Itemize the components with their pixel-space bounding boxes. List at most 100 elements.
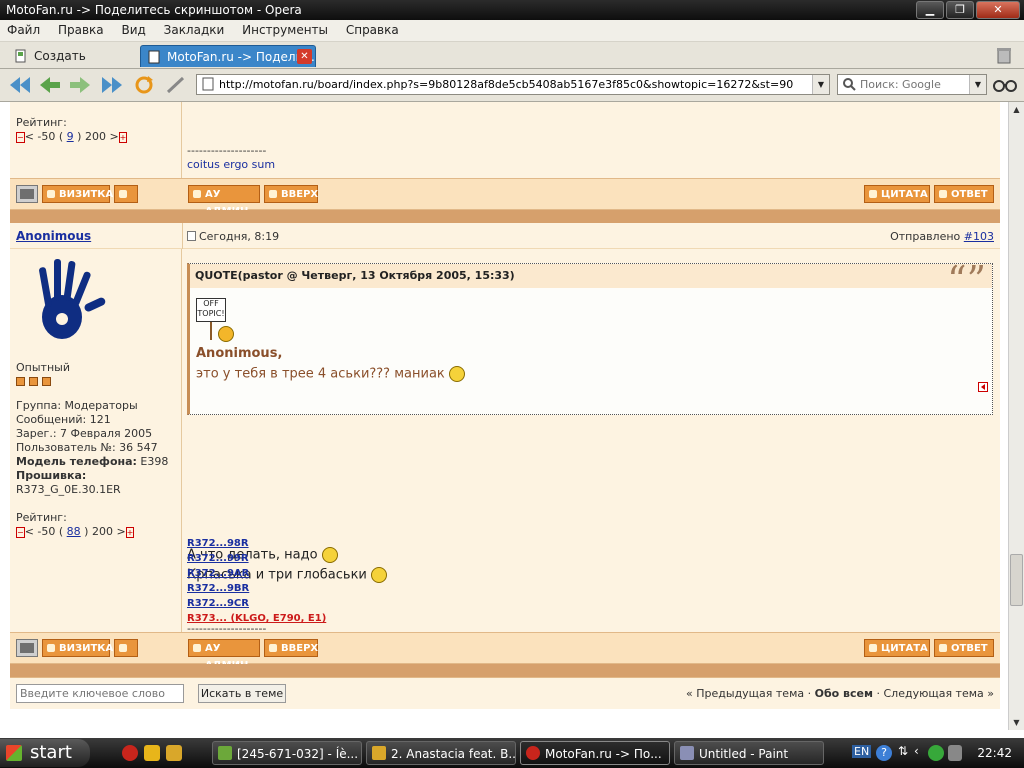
firmware-link[interactable]: R372...9CR	[187, 598, 249, 609]
profile-button[interactable]: ВИЗИТКА	[42, 185, 113, 203]
paint-icon	[680, 746, 694, 760]
address-toolbar: ▼ ▼	[0, 69, 1024, 102]
quote-header: QUOTE(pastor @ Четверг, 13 Октября 2005,…	[190, 264, 992, 288]
fast-forward-icon[interactable]	[100, 74, 124, 96]
post-number-link[interactable]: #103	[964, 230, 994, 243]
scroll-down-icon[interactable]: ▼	[1009, 715, 1024, 730]
prev-post-content: -------------------- coitus ergo sum	[182, 102, 1000, 178]
go-top-button[interactable]: ВВЕРХ	[264, 185, 318, 203]
firmware-link[interactable]: R372...98R	[187, 538, 249, 549]
user-group: Группа: Модераторы	[16, 399, 138, 412]
taskbar: start [245-671-032] - Íè... 2. Anastacia…	[0, 738, 1024, 768]
address-dropdown-icon[interactable]: ▼	[812, 75, 829, 94]
reload-icon[interactable]	[132, 74, 156, 96]
menu-file[interactable]: Файл	[0, 20, 47, 41]
task-winamp[interactable]: 2. Anastacia feat. B...	[366, 741, 516, 765]
help-icon[interactable]: ?	[876, 745, 892, 761]
menu-edit[interactable]: Правка	[51, 20, 111, 41]
opera-quicklaunch-icon[interactable]	[122, 745, 138, 761]
firmware-link[interactable]: R372...99R	[187, 553, 249, 564]
menu-tools[interactable]: Инструменты	[235, 20, 335, 41]
offline-status-icon	[16, 639, 38, 657]
menu-bar: Файл Правка Вид Закладки Инструменты Спр…	[0, 20, 1024, 42]
tab-close-icon[interactable]: ✕	[297, 49, 312, 64]
avatar	[39, 259, 106, 339]
search-input[interactable]	[860, 76, 968, 93]
icq-quicklaunch-icon[interactable]	[144, 745, 160, 761]
keyword-input[interactable]	[16, 684, 184, 703]
task-paint[interactable]: Untitled - Paint	[674, 741, 824, 765]
language-indicator[interactable]: EN	[852, 745, 872, 758]
menu-view[interactable]: Вид	[114, 20, 152, 41]
post-author-link[interactable]: Anonimous	[16, 229, 91, 243]
task-opera[interactable]: MotoFan.ru -> По...	[520, 741, 670, 765]
firmware-link[interactable]: R372...9AR	[187, 568, 249, 579]
pm-button[interactable]	[114, 639, 138, 657]
offtopic-sign: OFF TOPIC!	[196, 298, 226, 322]
zoom-glasses-icon[interactable]	[992, 77, 1018, 93]
forum-link[interactable]: Обо всем	[815, 687, 873, 700]
quote-button[interactable]: ЦИТАТА	[864, 185, 930, 203]
scroll-up-icon[interactable]: ▲	[1009, 102, 1024, 117]
rating-plus-icon[interactable]: +	[125, 527, 135, 538]
rating-value-link[interactable]: 9	[67, 130, 74, 143]
post-body: Опытный Группа: Модераторы Сообщений: 12…	[10, 249, 1000, 635]
report-admin-button[interactable]: АУ АДМИН	[188, 639, 260, 671]
post-button-bar: ВИЗИТКА АУ АДМИН ВВЕРХ ЦИТАТА ОТВЕТ	[10, 632, 1000, 671]
minimize-button[interactable]: ▁	[916, 1, 944, 19]
reply-button[interactable]: ОТВЕТ	[934, 639, 994, 657]
next-topic-link[interactable]: Следующая тема »	[883, 687, 994, 700]
menu-help[interactable]: Справка	[339, 20, 406, 41]
rewind-icon[interactable]	[8, 74, 32, 96]
go-top-button[interactable]: ВВЕРХ	[264, 639, 318, 657]
profile-button[interactable]: ВИЗИТКА	[42, 639, 113, 657]
edit-icon[interactable]	[164, 74, 188, 96]
user-phone: Модель телефона: E398	[16, 455, 168, 468]
tray-expand-icon[interactable]: ‹	[914, 744, 919, 758]
network-icon[interactable]: ⇅	[898, 744, 908, 758]
quote-button[interactable]: ЦИТАТА	[864, 639, 930, 657]
task-icq[interactable]: [245-671-032] - Íè...	[212, 741, 362, 765]
menu-bookmarks[interactable]: Закладки	[157, 20, 232, 41]
rating-value-link[interactable]: 88	[67, 525, 81, 538]
page-icon	[202, 77, 214, 91]
post-separator	[10, 664, 1000, 677]
search-topic-button[interactable]: Искать в теме	[198, 684, 286, 703]
url-input[interactable]	[219, 76, 809, 93]
user-messages: Сообщений: 121	[16, 413, 111, 426]
maximize-button[interactable]: ❐	[946, 1, 974, 19]
offline-status-icon	[16, 185, 38, 203]
rating-plus-icon[interactable]: +	[118, 132, 128, 143]
trash-icon[interactable]	[996, 46, 1012, 64]
tab-motofan[interactable]: MotoFan.ru -> Подели... ✕	[140, 45, 316, 67]
rating-minus-icon[interactable]: −	[16, 527, 25, 538]
scrollbar-thumb[interactable]	[1010, 554, 1023, 606]
icq-tray-icon[interactable]	[928, 745, 944, 761]
firmware-link[interactable]: R372...9BR	[187, 583, 249, 594]
user-rank: Опытный	[16, 361, 70, 374]
search-engine-dropdown-icon[interactable]: ▼	[969, 75, 986, 94]
address-field[interactable]: ▼	[196, 74, 830, 95]
forward-icon[interactable]	[68, 74, 92, 96]
firmware-link-red[interactable]: R373... (KLGO, E790, E1)	[187, 613, 326, 624]
start-button[interactable]: start	[0, 739, 90, 767]
report-admin-button[interactable]: АУ АДМИН	[188, 185, 260, 217]
prev-topic-link[interactable]: « Предыдущая тема	[686, 687, 804, 700]
grin-smiley-icon	[448, 366, 465, 382]
search-field[interactable]: ▼	[837, 74, 987, 95]
back-icon[interactable]	[38, 74, 62, 96]
tab-new-page[interactable]: Создать страницу	[8, 45, 134, 85]
start-label: start	[30, 742, 72, 763]
nav-separator: ·	[804, 687, 815, 700]
volume-icon[interactable]	[948, 745, 962, 761]
rating-minus-icon[interactable]: −	[16, 132, 25, 143]
quote-expand-icon[interactable]	[978, 382, 988, 392]
close-window-button[interactable]: ✕	[976, 1, 1020, 19]
vertical-scrollbar[interactable]: ▲ ▼	[1008, 102, 1024, 730]
quote-author-name: Anonimous	[196, 346, 278, 361]
rating-minus-text: < -50 (	[24, 525, 64, 538]
reply-button[interactable]: ОТВЕТ	[934, 185, 994, 203]
quote-mark-icon: “”	[947, 258, 986, 302]
winamp-quicklaunch-icon[interactable]	[166, 745, 182, 761]
pm-button[interactable]	[114, 185, 138, 203]
